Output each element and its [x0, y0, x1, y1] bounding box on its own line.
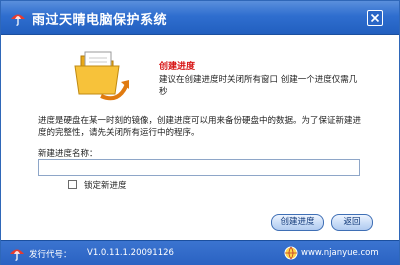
- section-heading: 创建进度: [159, 62, 196, 72]
- umbrella-logo-icon: [10, 249, 24, 261]
- title-bar[interactable]: 雨过天晴电脑保护系统: [1, 1, 399, 35]
- snapshot-folder-icon: [74, 51, 129, 101]
- snapshot-name-input[interactable]: [38, 159, 360, 176]
- section-subtext: 建议在创建进度时关闭所有窗口 创建一个进度仅需几秒: [159, 75, 358, 97]
- create-snapshot-button[interactable]: 创建进度: [271, 214, 324, 231]
- close-icon: [370, 13, 380, 23]
- dialog-window: 雨过天晴电脑保护系统 创建进度 建议在创建进度时关闭所有窗口 创建一个进度仅需几…: [0, 0, 400, 265]
- description-text: 进度是硬盘在某一时刻的镜像，创建进度可以用来备份硬盘中的数据。为了保证新建进度的…: [38, 116, 362, 138]
- version-value: V1.0.11.1.20091126: [87, 248, 174, 258]
- lock-snapshot-checkbox[interactable]: [68, 180, 77, 189]
- website-link[interactable]: www.njanyue.com: [301, 248, 379, 258]
- snapshot-name-label: 新建进度名称：: [38, 149, 98, 159]
- window-title: 雨过天晴电脑保护系统: [32, 13, 168, 28]
- umbrella-logo-icon: [11, 14, 25, 26]
- status-bar: 发行代号： V1.0.11.1.20091126 www.njanyue.com: [1, 240, 399, 265]
- version-label: 发行代号：: [29, 250, 72, 260]
- globe-icon: [284, 246, 298, 260]
- back-button[interactable]: 返回: [331, 214, 373, 231]
- lock-snapshot-label[interactable]: 锁定新进度: [84, 179, 127, 191]
- close-button[interactable]: [367, 10, 383, 26]
